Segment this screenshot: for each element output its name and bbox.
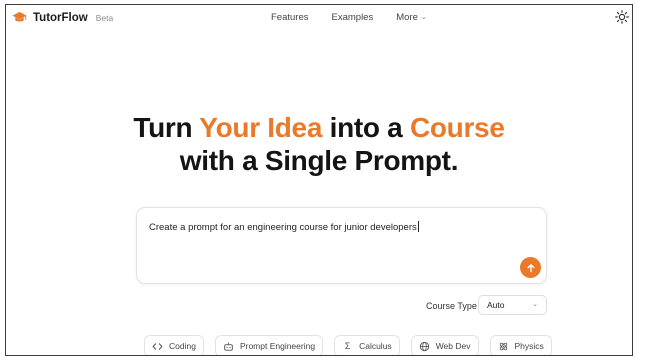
main-nav: Features Examples More ⌄ [271, 12, 427, 23]
arrow-up-icon [527, 263, 534, 272]
suggestion-chips: Coding Prompt Engineering Σ Calculus Web… [144, 335, 563, 355]
send-button[interactable] [520, 257, 541, 278]
hero-heading: Turn Your Idea into a Course with a Sing… [6, 111, 632, 177]
text-caret [417, 221, 419, 232]
course-type-label: Course Type [426, 301, 477, 311]
nav-item-examples[interactable]: Examples [332, 12, 374, 23]
atom-icon [498, 341, 509, 352]
chip-coding[interactable]: Coding [144, 335, 204, 355]
chip-label: Coding [169, 341, 196, 351]
hero-line-1: Turn Your Idea into a Course [133, 112, 505, 143]
chevron-down-icon: ⌄ [532, 301, 538, 308]
chip-label: Web Dev [435, 341, 471, 351]
nav-item-more-label: More [396, 12, 418, 23]
hero-accent-course: Course [409, 112, 505, 143]
brand[interactable]: TutorFlow Beta [12, 10, 113, 25]
hero-accent-idea: Your Idea [199, 112, 323, 143]
course-type-select[interactable]: Auto ⌄ [478, 295, 547, 315]
hero-line-2: with a Single Prompt. [179, 145, 459, 176]
chip-label: Calculus [359, 341, 392, 351]
app-name: TutorFlow [33, 11, 88, 24]
top-navigation-bar: TutorFlow Beta Features Examples More ⌄ [6, 5, 632, 31]
chip-label: Physics [514, 341, 544, 351]
graduation-cap-icon [12, 11, 27, 22]
app-window: TutorFlow Beta Features Examples More⌄ [5, 4, 633, 356]
sigma-icon: Σ [344, 341, 351, 351]
sun-icon[interactable] [615, 10, 629, 24]
chip-calculus[interactable]: Σ Calculus [334, 335, 400, 355]
globe-icon [419, 341, 430, 352]
beta-badge: Beta [95, 13, 114, 23]
prompt-value: Create a prompt for an engineering cours… [149, 222, 417, 233]
code-icon [152, 341, 163, 352]
prompt-input-box[interactable]: Create a prompt for an engineering cours… [136, 207, 547, 284]
nav-item-more[interactable]: More ⌄ [396, 12, 427, 23]
robot-icon [223, 341, 234, 352]
chip-physics[interactable]: Physics [489, 335, 552, 355]
chip-web-dev[interactable]: Web Dev [410, 335, 479, 355]
chip-prompt-engineering[interactable]: Prompt Engineering [214, 335, 324, 355]
hero-text: into a [322, 112, 410, 143]
prompt-textarea[interactable]: Create a prompt for an engineering cours… [149, 221, 419, 233]
hero-text: Turn [133, 112, 200, 143]
nav-item-features[interactable]: Features [271, 12, 309, 23]
chevron-down-icon: ⌄ [420, 14, 427, 21]
course-type-value: Auto [487, 300, 505, 310]
chip-label: Prompt Engineering [239, 341, 316, 351]
